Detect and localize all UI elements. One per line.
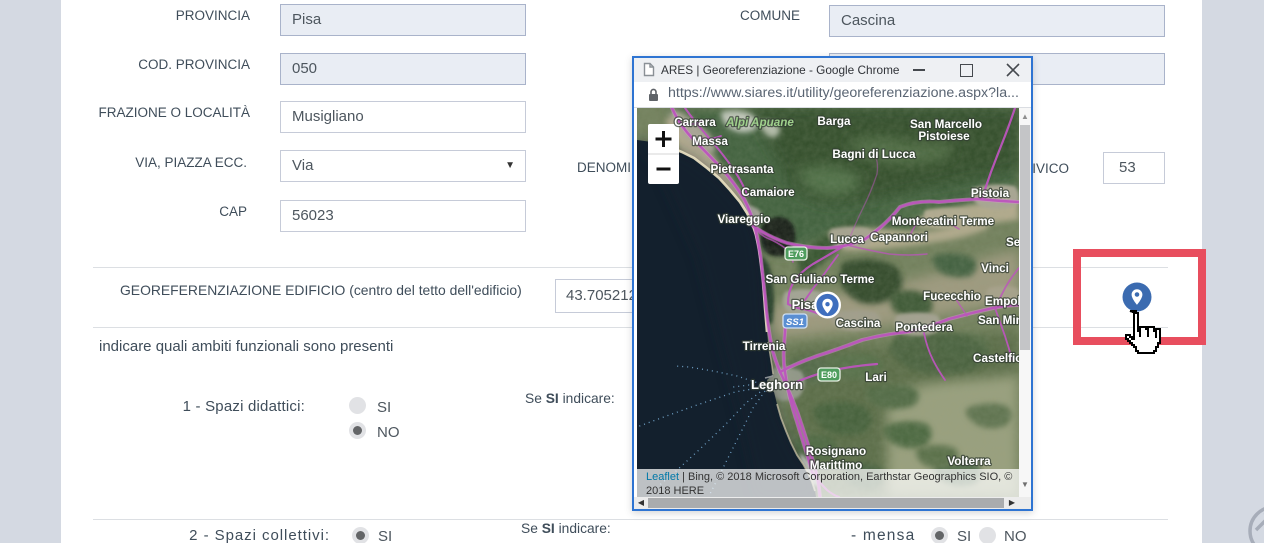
svg-text:Leaflet | Bing, © 2018 Microso: Leaflet | Bing, © 2018 Microsoft Corpora… [646, 471, 1012, 483]
svg-text:Lucca: Lucca [830, 233, 864, 246]
svg-text:Capannori: Capannori [870, 231, 928, 244]
svg-text:Pietrasanta: Pietrasanta [710, 163, 774, 176]
svg-text:Pistoia: Pistoia [971, 187, 1010, 200]
svg-text:Lari: Lari [865, 371, 886, 384]
svg-text:Camaiore: Camaiore [741, 186, 795, 199]
svg-text:Fucecchio: Fucecchio [923, 290, 981, 303]
svg-text:Vinci: Vinci [981, 262, 1009, 275]
svg-text:Tirrenia: Tirrenia [743, 340, 786, 353]
svg-text:Viareggio: Viareggio [717, 213, 770, 226]
svg-text:Massa: Massa [692, 135, 728, 148]
svg-text:Se: Se [1006, 236, 1019, 249]
svg-text:Bagni di Lucca: Bagni di Lucca [832, 148, 916, 161]
svg-text:Barga: Barga [817, 115, 851, 128]
svg-text:SS1: SS1 [786, 317, 804, 328]
svg-text:2018 HERE: 2018 HERE [646, 485, 704, 497]
svg-text:Volterra: Volterra [947, 455, 991, 468]
svg-text:San Giuliano Terme: San Giuliano Terme [766, 273, 875, 286]
svg-text:Carrara: Carrara [674, 116, 716, 129]
svg-text:Leghorn: Leghorn [751, 377, 803, 392]
svg-text:E76: E76 [788, 249, 804, 259]
svg-text:E80: E80 [821, 370, 837, 380]
svg-text:Rosignano: Rosignano [806, 445, 866, 458]
svg-text:Castelfiore: Castelfiore [973, 352, 1019, 365]
svg-text:Empoli: Empoli [985, 295, 1019, 308]
svg-text:Pistoiese: Pistoiese [918, 130, 970, 143]
svg-text:San Mini: San Mini [978, 314, 1019, 327]
svg-text:Alpi Apuane: Alpi Apuane [725, 116, 794, 129]
svg-text:Cascina: Cascina [836, 317, 881, 330]
svg-text:Montecatini Terme: Montecatini Terme [892, 215, 995, 228]
svg-text:Pontedera: Pontedera [895, 321, 953, 334]
